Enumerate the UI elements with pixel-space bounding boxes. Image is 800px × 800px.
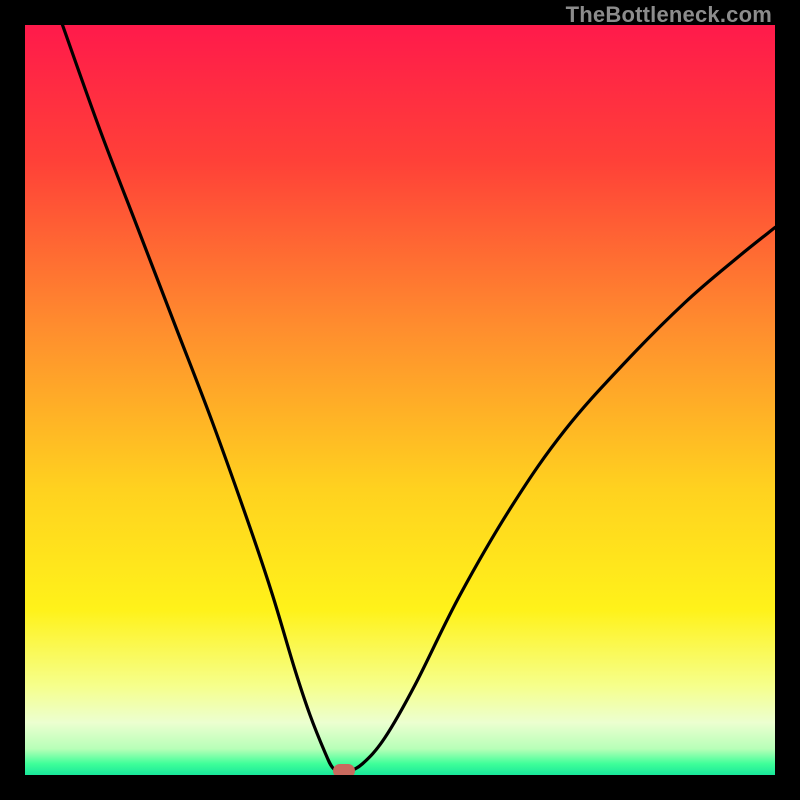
chart-frame: TheBottleneck.com: [0, 0, 800, 800]
watermark-text: TheBottleneck.com: [566, 2, 772, 28]
bottleneck-curve: [25, 25, 775, 775]
plot-area: [25, 25, 775, 775]
minimum-marker: [333, 764, 355, 775]
